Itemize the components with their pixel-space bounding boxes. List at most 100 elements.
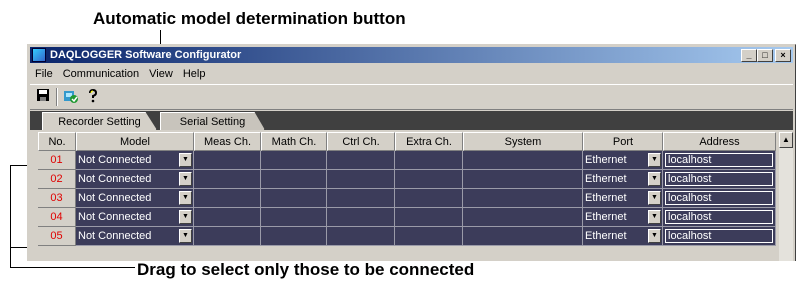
auto-model-icon[interactable] [62, 88, 80, 106]
model-select[interactable]: Not Connected ▼ [76, 189, 194, 208]
close-button[interactable]: × [775, 49, 791, 62]
model-select[interactable]: Not Connected ▼ [76, 227, 194, 246]
chevron-down-icon[interactable]: ▼ [179, 172, 192, 186]
address-field[interactable]: localhost [663, 208, 776, 227]
port-select[interactable]: Ethernet ▼ [583, 151, 663, 170]
meas-ch-cell[interactable] [194, 189, 261, 208]
extra-ch-cell[interactable] [395, 208, 463, 227]
math-ch-cell[interactable] [261, 151, 327, 170]
menu-communication[interactable]: Communication [58, 65, 144, 83]
port-select[interactable]: Ethernet ▼ [583, 208, 663, 227]
math-ch-cell[interactable] [261, 227, 327, 246]
meas-ch-cell[interactable] [194, 208, 261, 227]
port-select[interactable]: Ethernet ▼ [583, 170, 663, 189]
table-row[interactable]: 05 Not Connected ▼ Ethernet ▼ localhost [30, 227, 779, 246]
ctrl-ch-cell[interactable] [327, 170, 395, 189]
meas-ch-cell[interactable] [194, 151, 261, 170]
system-cell[interactable] [463, 227, 583, 246]
chevron-down-icon[interactable]: ▼ [179, 153, 192, 167]
ctrl-ch-cell[interactable] [327, 151, 395, 170]
meas-ch-cell[interactable] [194, 227, 261, 246]
address-value[interactable]: localhost [665, 153, 773, 167]
address-field[interactable]: localhost [663, 227, 776, 246]
maximize-button[interactable]: □ [757, 49, 773, 62]
menu-file[interactable]: File [30, 65, 58, 83]
address-field[interactable]: localhost [663, 170, 776, 189]
chevron-down-icon[interactable]: ▼ [648, 153, 661, 167]
port-select[interactable]: Ethernet ▼ [583, 227, 663, 246]
help-icon[interactable] [84, 88, 102, 106]
port-value: Ethernet [585, 154, 627, 166]
system-cell[interactable] [463, 189, 583, 208]
window-title: DAQLOGGER Software Configurator [50, 49, 242, 61]
address-value[interactable]: localhost [665, 172, 773, 186]
address-field[interactable]: localhost [663, 151, 776, 170]
minimize-button[interactable]: _ [741, 49, 757, 62]
col-header-model[interactable]: Model [76, 132, 194, 151]
chevron-down-icon[interactable]: ▼ [648, 172, 661, 186]
math-ch-cell[interactable] [261, 208, 327, 227]
ctrl-ch-cell[interactable] [327, 208, 395, 227]
port-select[interactable]: Ethernet ▼ [583, 189, 663, 208]
annotation-bracket [10, 165, 11, 267]
col-header-extra[interactable]: Extra Ch. [395, 132, 463, 151]
extra-ch-cell[interactable] [395, 227, 463, 246]
recorder-grid: No. Model Meas Ch. Math Ch. Ctrl Ch. Ext… [30, 130, 793, 261]
chevron-down-icon[interactable]: ▼ [179, 229, 192, 243]
chevron-down-icon[interactable]: ▼ [648, 210, 661, 224]
toolbar [30, 84, 793, 110]
row-number[interactable]: 02 [38, 170, 76, 189]
col-header-no[interactable]: No. [38, 132, 76, 151]
table-row[interactable]: 01 Not Connected ▼ Ethernet ▼ localhost [30, 151, 779, 170]
vertical-scrollbar[interactable]: ▲ [779, 132, 793, 261]
table-row[interactable]: 03 Not Connected ▼ Ethernet ▼ localhost [30, 189, 779, 208]
col-header-address[interactable]: Address [663, 132, 776, 151]
model-value: Not Connected [78, 192, 152, 204]
address-value[interactable]: localhost [665, 229, 773, 243]
chevron-down-icon[interactable]: ▼ [179, 210, 192, 224]
port-value: Ethernet [585, 230, 627, 242]
tab-strip: Recorder Setting Serial Setting [30, 111, 793, 130]
model-value: Not Connected [78, 173, 152, 185]
row-number[interactable]: 03 [38, 189, 76, 208]
row-number[interactable]: 05 [38, 227, 76, 246]
model-select[interactable]: Not Connected ▼ [76, 151, 194, 170]
system-cell[interactable] [463, 170, 583, 189]
chevron-down-icon[interactable]: ▼ [179, 191, 192, 205]
annotation-drag-select: Drag to select only those to be connecte… [137, 260, 475, 279]
col-header-meas[interactable]: Meas Ch. [194, 132, 261, 151]
port-value: Ethernet [585, 173, 627, 185]
model-select[interactable]: Not Connected ▼ [76, 208, 194, 227]
menu-view[interactable]: View [144, 65, 178, 83]
tab-recorder-setting[interactable]: Recorder Setting [42, 112, 157, 130]
extra-ch-cell[interactable] [395, 151, 463, 170]
save-icon[interactable] [34, 88, 52, 106]
col-header-system[interactable]: System [463, 132, 583, 151]
table-row[interactable]: 02 Not Connected ▼ Ethernet ▼ localhost [30, 170, 779, 189]
system-cell[interactable] [463, 151, 583, 170]
col-header-ctrl[interactable]: Ctrl Ch. [327, 132, 395, 151]
table-row[interactable]: 04 Not Connected ▼ Ethernet ▼ localhost [30, 208, 779, 227]
col-header-port[interactable]: Port [583, 132, 663, 151]
row-number[interactable]: 04 [38, 208, 76, 227]
math-ch-cell[interactable] [261, 170, 327, 189]
extra-ch-cell[interactable] [395, 170, 463, 189]
tab-serial-setting[interactable]: Serial Setting [160, 112, 265, 130]
address-field[interactable]: localhost [663, 189, 776, 208]
address-value[interactable]: localhost [665, 210, 773, 224]
model-select[interactable]: Not Connected ▼ [76, 170, 194, 189]
math-ch-cell[interactable] [261, 189, 327, 208]
col-header-math[interactable]: Math Ch. [261, 132, 327, 151]
app-icon [32, 48, 46, 62]
ctrl-ch-cell[interactable] [327, 227, 395, 246]
scroll-up-icon[interactable]: ▲ [779, 132, 793, 148]
chevron-down-icon[interactable]: ▼ [648, 229, 661, 243]
row-number[interactable]: 01 [38, 151, 76, 170]
menu-help[interactable]: Help [178, 65, 211, 83]
extra-ch-cell[interactable] [395, 189, 463, 208]
meas-ch-cell[interactable] [194, 170, 261, 189]
chevron-down-icon[interactable]: ▼ [648, 191, 661, 205]
address-value[interactable]: localhost [665, 191, 773, 205]
system-cell[interactable] [463, 208, 583, 227]
ctrl-ch-cell[interactable] [327, 189, 395, 208]
